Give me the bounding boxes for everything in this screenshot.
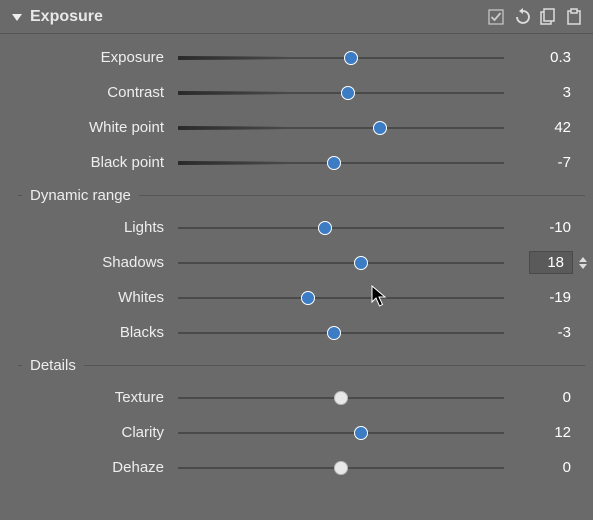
slider-track-shadows[interactable] (178, 245, 504, 280)
panel-header: Exposure (0, 0, 593, 34)
slider-thumb-texture[interactable] (334, 391, 348, 405)
slider-label: Shadows (0, 254, 178, 271)
slider-value-contrast[interactable]: 3 (504, 84, 593, 101)
slider-value-exposure[interactable]: 0.3 (504, 49, 593, 66)
slider-thumb-shadows[interactable] (354, 256, 368, 270)
slider-track-whites[interactable] (178, 280, 504, 315)
slider-label: Clarity (0, 424, 178, 441)
slider-row-lights: Lights -10 (0, 210, 593, 245)
slider-row-whites: Whites -19 (0, 280, 593, 315)
slider-thumb-blacks[interactable] (327, 326, 341, 340)
section-separator: Details (0, 350, 593, 380)
slider-value-blackpoint[interactable]: -7 (504, 154, 593, 171)
slider-track-lights[interactable] (178, 210, 504, 245)
slider-label: Blacks (0, 324, 178, 341)
slider-track-blacks[interactable] (178, 315, 504, 350)
slider-row-shadows: Shadows 18 (0, 245, 593, 280)
slider-label: Black point (0, 154, 178, 171)
value-spinner[interactable] (579, 257, 587, 269)
disclosure-triangle-icon[interactable] (10, 10, 24, 24)
slider-label: Dehaze (0, 459, 178, 476)
reset-icon[interactable] (509, 4, 535, 30)
slider-row-blacks: Blacks -3 (0, 315, 593, 350)
slider-value-whitepoint[interactable]: 42 (504, 119, 593, 136)
slider-row-exposure: Exposure 0.3 (0, 40, 593, 75)
slider-label: Whites (0, 289, 178, 306)
slider-value-blacks[interactable]: -3 (504, 324, 593, 341)
section-separator: Dynamic range (0, 180, 593, 210)
slider-thumb-lights[interactable] (318, 221, 332, 235)
section-label: Details (30, 357, 84, 374)
slider-label: Texture (0, 389, 178, 406)
slider-track-whitepoint[interactable] (178, 110, 504, 145)
slider-track-blackpoint[interactable] (178, 145, 504, 180)
slider-thumb-contrast[interactable] (341, 86, 355, 100)
slider-row-clarity: Clarity 12 (0, 415, 593, 450)
slider-value-dehaze[interactable]: 0 (504, 459, 593, 476)
slider-label: White point (0, 119, 178, 136)
slider-row-blackpoint: Black point -7 (0, 145, 593, 180)
spinner-down-icon[interactable] (579, 264, 587, 269)
slider-row-contrast: Contrast 3 (0, 75, 593, 110)
slider-label: Lights (0, 219, 178, 236)
slider-value-texture[interactable]: 0 (504, 389, 593, 406)
slider-thumb-whites[interactable] (301, 291, 315, 305)
slider-thumb-dehaze[interactable] (334, 461, 348, 475)
slider-label: Contrast (0, 84, 178, 101)
slider-thumb-blackpoint[interactable] (327, 156, 341, 170)
slider-row-whitepoint: White point 42 (0, 110, 593, 145)
slider-value-whites[interactable]: -19 (504, 289, 593, 306)
slider-thumb-exposure[interactable] (344, 51, 358, 65)
spinner-up-icon[interactable] (579, 257, 587, 262)
panel-title: Exposure (30, 8, 103, 26)
slider-value-shadows[interactable]: 18 (504, 251, 593, 274)
slider-thumb-whitepoint[interactable] (373, 121, 387, 135)
copy-icon[interactable] (535, 4, 561, 30)
slider-track-texture[interactable] (178, 380, 504, 415)
paste-icon[interactable] (561, 4, 587, 30)
slider-track-contrast[interactable] (178, 75, 504, 110)
section-label: Dynamic range (30, 187, 139, 204)
slider-track-exposure[interactable] (178, 40, 504, 75)
slider-row-dehaze: Dehaze 0 (0, 450, 593, 485)
slider-track-clarity[interactable] (178, 415, 504, 450)
slider-value-clarity[interactable]: 12 (504, 424, 593, 441)
enable-checkbox[interactable] (483, 4, 509, 30)
slider-track-dehaze[interactable] (178, 450, 504, 485)
slider-row-texture: Texture 0 (0, 380, 593, 415)
slider-value-lights[interactable]: -10 (504, 219, 593, 236)
slider-thumb-clarity[interactable] (354, 426, 368, 440)
slider-label: Exposure (0, 49, 178, 66)
